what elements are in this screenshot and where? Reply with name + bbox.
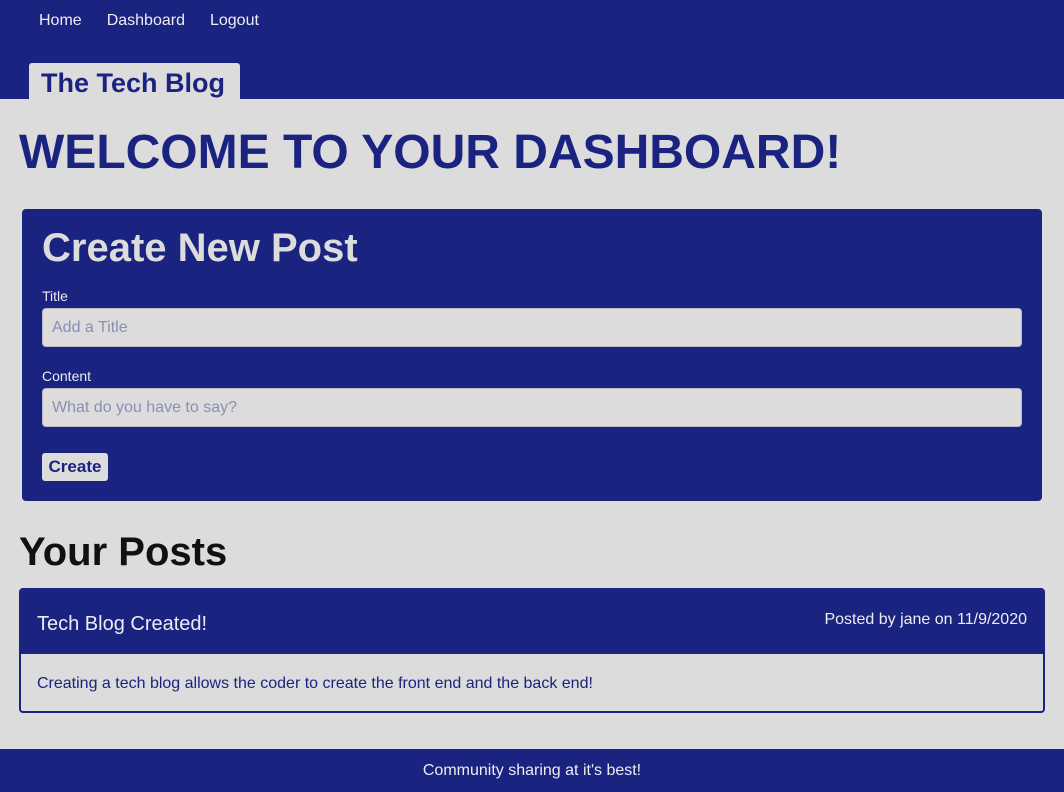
create-post-heading: Create New Post <box>42 226 358 270</box>
create-button[interactable]: Create <box>42 453 108 481</box>
nav-link-dashboard[interactable]: Dashboard <box>107 11 185 31</box>
nav-link-logout[interactable]: Logout <box>210 11 259 31</box>
post-body: Creating a tech blog allows the coder to… <box>37 675 593 692</box>
content-label: Content <box>42 368 92 384</box>
site-footer: Community sharing at it's best! <box>0 749 1064 792</box>
nav-link-home[interactable]: Home <box>39 11 82 31</box>
post-title: Tech Blog Created! <box>37 613 208 635</box>
page-title: WELCOME TO YOUR DASHBOARD! <box>19 126 842 179</box>
post-header: Tech Blog Created! Posted by jane on 11/… <box>21 590 1043 654</box>
content-input[interactable] <box>42 388 1022 427</box>
create-post-form: Create New Post Title Content Create <box>22 209 1042 501</box>
your-posts-heading: Your Posts <box>19 530 228 574</box>
site-header: Home Dashboard Logout The Tech Blog <box>0 0 1064 99</box>
brand-tab: The Tech Blog <box>29 63 240 99</box>
main-nav: Home Dashboard Logout <box>39 11 284 31</box>
post-meta: Posted by jane on 11/9/2020 <box>824 611 1027 628</box>
site-title: The Tech Blog <box>41 68 226 98</box>
title-label: Title <box>42 288 68 304</box>
footer-text: Community sharing at it's best! <box>422 762 642 779</box>
post-card[interactable]: Tech Blog Created! Posted by jane on 11/… <box>19 588 1045 713</box>
title-input[interactable] <box>42 308 1022 347</box>
